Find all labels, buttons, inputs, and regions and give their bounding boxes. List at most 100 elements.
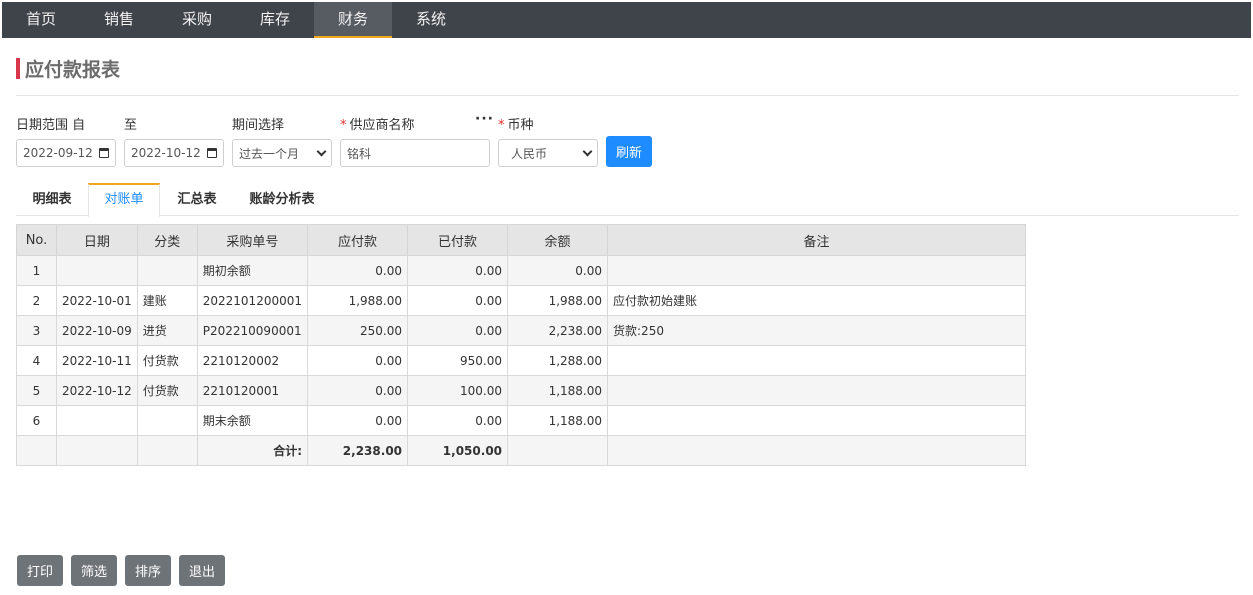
cell-balance: 1,188.00 — [507, 405, 609, 436]
nav-item-system[interactable]: 系统 — [392, 2, 470, 38]
currency-select-value: 人民币 — [511, 146, 548, 161]
calendar-icon[interactable] — [207, 148, 217, 158]
chevron-down-icon — [316, 146, 327, 156]
cell-date: 2022-10-01 — [56, 285, 138, 316]
total-label: 合计: — [196, 435, 309, 466]
report-tabs: 明细表 对账单 汇总表 账龄分析表 — [16, 183, 1239, 217]
cell-order-no: 期末余额 — [196, 405, 309, 436]
cell-no: 1 — [16, 255, 57, 286]
cell-order-no: 2210120002 — [196, 345, 309, 376]
print-button[interactable]: 打印 — [17, 555, 63, 586]
cell-date: 2022-10-09 — [56, 315, 138, 346]
table-row[interactable]: 6 期末余额 0.00 0.00 1,188.00 — [16, 405, 1027, 436]
cell-no: 3 — [16, 315, 57, 346]
exit-button[interactable]: 退出 — [179, 555, 225, 586]
nav-item-purchase[interactable]: 采购 — [158, 2, 236, 38]
filter-button[interactable]: 筛选 — [71, 555, 117, 586]
cell-no — [16, 435, 57, 466]
tab-detail[interactable]: 明细表 — [21, 183, 83, 216]
cell-remark — [607, 375, 1027, 406]
cell-category: 建账 — [136, 285, 198, 316]
calendar-icon[interactable] — [99, 148, 109, 158]
tab-aging-analysis[interactable]: 账龄分析表 — [240, 183, 324, 216]
table-header-row: No. 日期 分类 采购单号 应付款 已付款 余额 备注 — [16, 224, 1027, 256]
supplier-input[interactable]: 铭科 — [340, 139, 490, 167]
table-row[interactable]: 1 期初余额 0.00 0.00 0.00 — [16, 255, 1027, 286]
cell-remark — [607, 435, 1027, 466]
cell-balance: 1,288.00 — [507, 345, 609, 376]
chevron-down-icon — [582, 146, 593, 156]
cell-order-no: 期初余额 — [196, 255, 309, 286]
period-label: 期间选择 — [232, 118, 285, 133]
cell-balance: 1,988.00 — [507, 285, 609, 316]
supplier-input-value: 铭科 — [347, 146, 372, 161]
currency-select[interactable]: 人民币 — [498, 139, 598, 167]
cell-date: 2022-10-12 — [56, 375, 138, 406]
cell-payable: 0.00 — [307, 255, 409, 286]
column-header-no[interactable]: No. — [16, 224, 57, 256]
required-mark: * — [340, 118, 347, 133]
table-row[interactable]: 2 2022-10-01 建账 2022101200001 1,988.00 0… — [16, 285, 1027, 316]
cell-category — [136, 255, 198, 286]
supplier-label: * 供应商名称 — [340, 118, 415, 133]
date-to-label: 至 — [124, 118, 138, 133]
column-header-paid[interactable]: 已付款 — [407, 224, 509, 256]
cell-remark — [607, 255, 1027, 286]
date-from-input[interactable]: 2022-09-12 — [16, 139, 116, 167]
column-header-remark[interactable]: 备注 — [607, 224, 1027, 256]
cell-paid: 0.00 — [407, 315, 509, 346]
cell-category — [136, 405, 198, 436]
total-paid: 1,050.00 — [407, 435, 509, 466]
tab-statement[interactable]: 对账单 — [88, 183, 160, 217]
page-title-text: 应付款报表 — [25, 58, 121, 81]
table-total-row: 合计: 2,238.00 1,050.00 — [16, 435, 1027, 466]
cell-category: 进货 — [136, 315, 198, 346]
nav-item-sales[interactable]: 销售 — [80, 2, 158, 38]
cell-category — [136, 435, 198, 466]
date-range-label: 日期范围 自 — [16, 118, 86, 133]
cell-date — [56, 435, 138, 466]
cell-payable: 0.00 — [307, 375, 409, 406]
cell-remark: 货款:250 — [607, 315, 1027, 346]
title-divider — [16, 95, 1239, 96]
nav-item-home[interactable]: 首页 — [2, 2, 80, 38]
cell-remark — [607, 405, 1027, 436]
column-header-order-no[interactable]: 采购单号 — [196, 224, 309, 256]
cell-no: 6 — [16, 405, 57, 436]
table-row[interactable]: 4 2022-10-11 付货款 2210120002 0.00 950.00 … — [16, 345, 1027, 376]
required-mark: * — [498, 118, 505, 133]
table-row[interactable]: 3 2022-10-09 进货 P202210090001 250.00 0.0… — [16, 315, 1027, 346]
statement-table: No. 日期 分类 采购单号 应付款 已付款 余额 备注 1 期初余额 0.00… — [16, 224, 1027, 466]
page-title: 应付款报表 — [16, 56, 121, 81]
period-select[interactable]: 过去一个月 — [232, 139, 332, 167]
cell-paid: 0.00 — [407, 405, 509, 436]
table-row[interactable]: 5 2022-10-12 付货款 2210120001 0.00 100.00 … — [16, 375, 1027, 406]
cell-balance: 2,238.00 — [507, 315, 609, 346]
date-to-input[interactable]: 2022-10-12 — [124, 139, 224, 167]
cell-no: 2 — [16, 285, 57, 316]
period-select-value: 过去一个月 — [239, 146, 300, 161]
cell-category: 付货款 — [136, 375, 198, 406]
nav-item-inventory[interactable]: 库存 — [236, 2, 314, 38]
cell-date — [56, 405, 138, 436]
currency-label: * 币种 — [498, 118, 534, 133]
cell-date: 2022-10-11 — [56, 345, 138, 376]
refresh-button[interactable]: 刷新 — [606, 136, 652, 167]
cell-balance: 1,188.00 — [507, 375, 609, 406]
column-header-balance[interactable]: 余额 — [507, 224, 609, 256]
nav-item-finance[interactable]: 财务 — [314, 2, 392, 38]
sort-button[interactable]: 排序 — [125, 555, 171, 586]
tab-summary[interactable]: 汇总表 — [166, 183, 228, 216]
cell-balance: 0.00 — [507, 255, 609, 286]
column-header-date[interactable]: 日期 — [56, 224, 138, 256]
column-header-payable[interactable]: 应付款 — [307, 224, 409, 256]
date-to-value: 2022-10-12 — [131, 146, 201, 160]
cell-balance — [507, 435, 609, 466]
top-nav: 首页 销售 采购 库存 财务 系统 — [2, 2, 1251, 38]
supplier-more-button[interactable]: ··· — [475, 111, 494, 127]
cell-no: 5 — [16, 375, 57, 406]
cell-no: 4 — [16, 345, 57, 376]
column-header-category[interactable]: 分类 — [136, 224, 198, 256]
cell-payable: 0.00 — [307, 405, 409, 436]
cell-payable: 1,988.00 — [307, 285, 409, 316]
